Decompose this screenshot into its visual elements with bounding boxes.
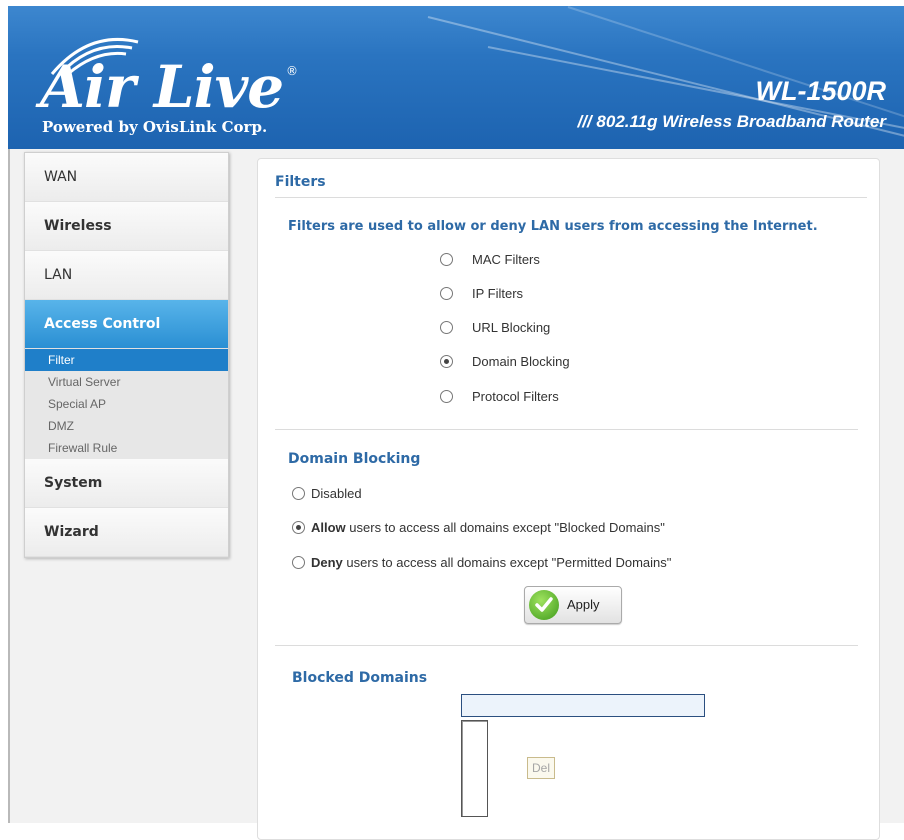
radio-url-blocking[interactable]: [440, 321, 453, 335]
radio-disabled[interactable]: [292, 487, 305, 501]
sidebar-menu: WAN Wireless LAN Access Control Filter V…: [24, 152, 229, 558]
subitem-firewall-rule[interactable]: Firewall Rule: [25, 437, 228, 459]
subitem-filter[interactable]: Filter: [25, 349, 228, 371]
sidebar-item-access-control[interactable]: Access Control: [25, 300, 228, 349]
delete-button[interactable]: Del: [527, 757, 555, 779]
radio-domain-blocking[interactable]: [440, 355, 453, 369]
blocked-domain-input[interactable]: [461, 694, 705, 717]
divider: [275, 645, 858, 646]
radio-allow[interactable]: [292, 521, 305, 535]
sidebar-item-system[interactable]: System: [25, 459, 228, 508]
radio-mac-filters[interactable]: [440, 253, 453, 267]
sidebar-item-lan[interactable]: LAN: [25, 251, 228, 300]
ip-filters-label: IP Filters: [472, 286, 524, 301]
subitem-dmz[interactable]: DMZ: [25, 415, 228, 437]
filter-option-domain[interactable]: Domain Blocking: [440, 354, 570, 369]
filter-option-ip[interactable]: IP Filters: [440, 286, 523, 301]
protocol-filters-label: Protocol Filters: [472, 389, 559, 404]
filter-option-mac[interactable]: MAC Filters: [440, 252, 540, 267]
domain-option-deny[interactable]: Deny users to access all domains except …: [292, 555, 671, 570]
airlive-logo: Air Live: [40, 53, 284, 121]
checkmark-icon: [529, 590, 559, 620]
powered-by-text: Powered by OvisLink Corp.: [42, 118, 268, 136]
domain-blocking-label: Domain Blocking: [472, 354, 570, 369]
domain-option-disabled[interactable]: Disabled: [292, 486, 362, 501]
allow-label: users to access all domains except "Bloc…: [345, 520, 665, 535]
deny-label: users to access all domains except "Perm…: [342, 555, 672, 570]
sidebar-item-wan[interactable]: WAN: [25, 153, 228, 202]
subitem-virtual-server[interactable]: Virtual Server: [25, 371, 228, 393]
blocked-domains-list[interactable]: [461, 720, 488, 817]
domain-blocking-title: Domain Blocking: [288, 451, 421, 467]
filter-option-protocol[interactable]: Protocol Filters: [440, 389, 559, 404]
filters-intro: Filters are used to allow or deny LAN us…: [288, 219, 818, 234]
apply-label: Apply: [567, 597, 600, 612]
sidebar-item-wizard[interactable]: Wizard: [25, 508, 228, 557]
divider: [275, 197, 867, 198]
url-blocking-label: URL Blocking: [472, 320, 551, 335]
divider: [275, 429, 858, 430]
filter-option-url[interactable]: URL Blocking: [440, 320, 550, 335]
model-name: WL-1500R: [755, 76, 886, 106]
registered-mark: ®: [286, 64, 298, 78]
domain-option-allow[interactable]: Allow users to access all domains except…: [292, 520, 665, 535]
header-banner: Air Live ® Powered by OvisLink Corp. WL-…: [8, 6, 904, 149]
mac-filters-label: MAC Filters: [472, 252, 540, 267]
model-subtitle: /// 802.11g Wireless Broadband Router: [577, 112, 886, 131]
disabled-label: Disabled: [311, 486, 362, 501]
access-control-submenu: Filter Virtual Server Special AP DMZ Fir…: [25, 349, 228, 459]
deny-bold-label: Deny: [311, 555, 343, 570]
left-border: [8, 149, 10, 823]
radio-deny[interactable]: [292, 556, 305, 570]
radio-ip-filters[interactable]: [440, 287, 453, 301]
radio-protocol-filters[interactable]: [440, 390, 453, 404]
apply-button[interactable]: Apply: [524, 586, 622, 624]
blocked-domains-title: Blocked Domains: [292, 670, 428, 686]
allow-bold-label: Allow: [311, 520, 346, 535]
filters-title: Filters: [275, 174, 326, 190]
subitem-special-ap[interactable]: Special AP: [25, 393, 228, 415]
sidebar-item-wireless[interactable]: Wireless: [25, 202, 228, 251]
